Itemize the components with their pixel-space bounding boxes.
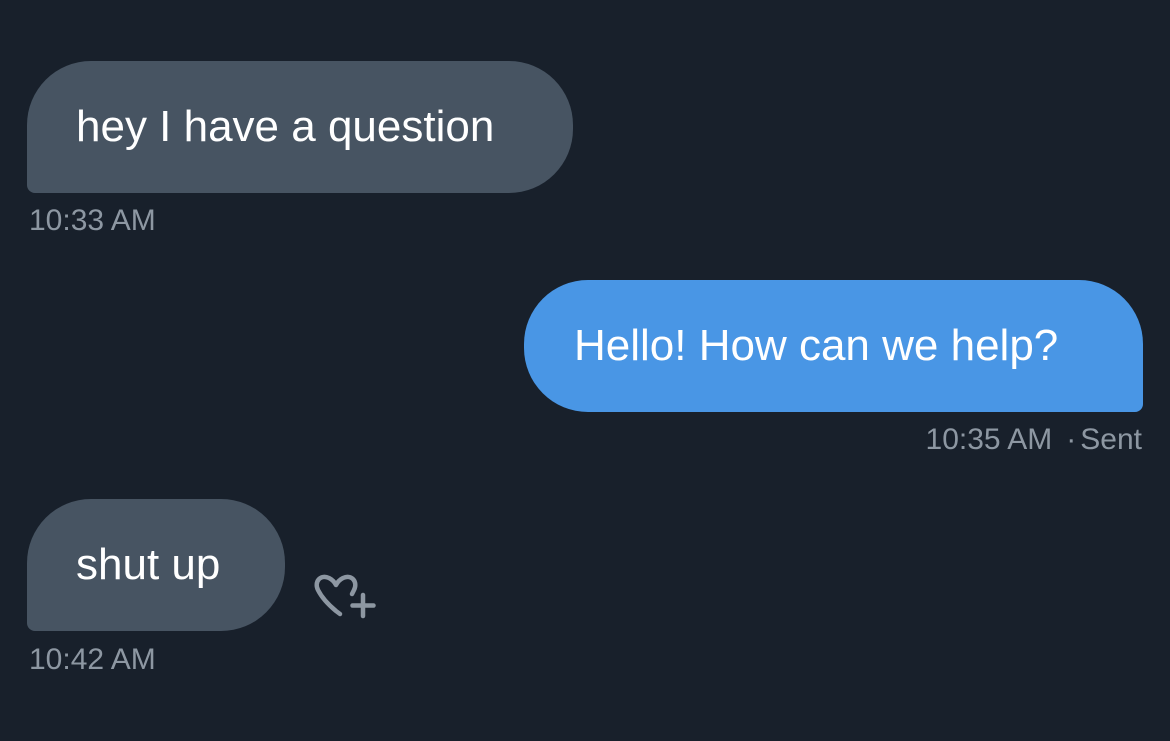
message-timestamp: 10:33 AM bbox=[29, 204, 156, 237]
message-timestamp: 10:42 AM bbox=[29, 643, 156, 676]
message-text: Hello! How can we help? bbox=[574, 321, 1059, 370]
heart-plus-icon bbox=[314, 574, 376, 619]
message-status: Sent bbox=[1080, 423, 1142, 456]
message-bubble-received[interactable]: shut up bbox=[27, 499, 285, 631]
message-timestamp: 10:35 AM bbox=[925, 423, 1053, 456]
message-text: shut up bbox=[76, 540, 221, 589]
add-reaction-button[interactable] bbox=[312, 566, 380, 626]
message-bubble-sent[interactable]: Hello! How can we help? bbox=[524, 280, 1143, 412]
message-text: hey I have a question bbox=[76, 102, 495, 151]
meta-separator: · bbox=[1066, 423, 1077, 456]
message-meta: 10:35 AM · Sent bbox=[926, 425, 1142, 455]
message-bubble-received[interactable]: hey I have a question bbox=[27, 61, 573, 193]
